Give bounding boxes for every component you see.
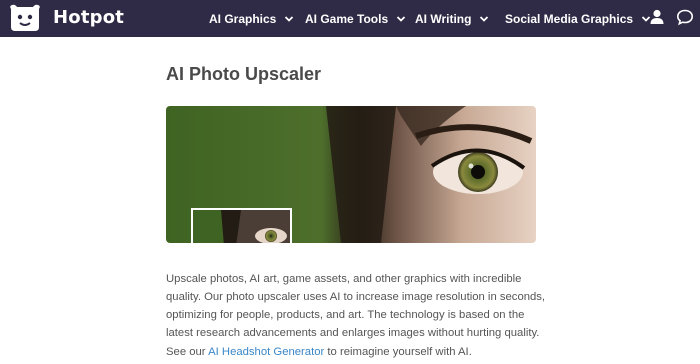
see-also-line: See our AI Headshot Generator to reimagi… <box>166 346 472 358</box>
chat-icon[interactable] <box>676 8 694 26</box>
nav-ai-game-tools-label: AI Game Tools <box>305 11 389 26</box>
chevron-down-icon <box>285 15 294 22</box>
nav-ai-graphics-label: AI Graphics <box>209 11 277 26</box>
upscaler-hero-image <box>166 106 536 243</box>
see-suffix: to reimagine yourself with AI. <box>324 346 472 358</box>
page-description: Upscale photos, AI art, game assets, and… <box>166 273 546 339</box>
see-prefix: See our <box>166 346 209 358</box>
user-icon[interactable] <box>648 8 666 26</box>
nav-ai-writing-label: AI Writing <box>415 11 472 26</box>
nav-ai-graphics[interactable]: AI Graphics <box>209 0 294 37</box>
nav-social-media-graphics[interactable]: Social Media Graphics <box>505 0 651 37</box>
chevron-down-icon <box>480 15 489 22</box>
hero-photo <box>166 106 536 243</box>
nav-social-media-graphics-label: Social Media Graphics <box>505 11 634 26</box>
brand-name[interactable]: Hotpot <box>53 7 124 28</box>
hotpot-logo-icon[interactable] <box>8 3 42 33</box>
nav-ai-writing[interactable]: AI Writing <box>415 0 489 37</box>
top-navigation-bar: Hotpot AI Graphics AI Game Tools AI Writ… <box>0 0 700 37</box>
page-title: AI Photo Upscaler <box>166 64 322 84</box>
chevron-down-icon <box>397 15 406 22</box>
nav-ai-game-tools[interactable]: AI Game Tools <box>305 0 406 37</box>
ai-headshot-generator-link[interactable]: AI Headshot Generator <box>208 346 324 358</box>
